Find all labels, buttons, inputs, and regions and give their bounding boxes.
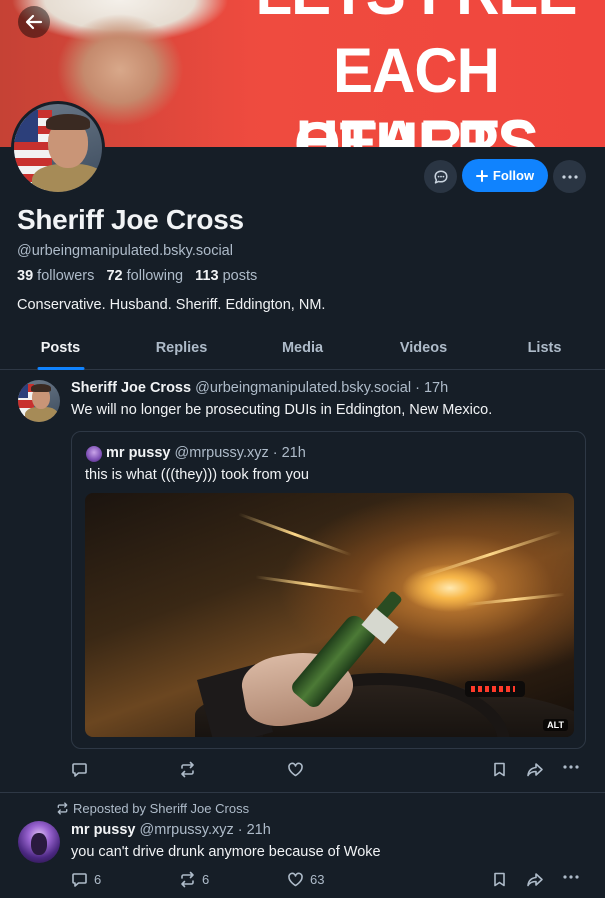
quote-author-handle: @mrpussy.xyz [174, 445, 269, 461]
post-author-handle[interactable]: @mrpussy.xyz [140, 822, 234, 838]
share-icon [527, 873, 543, 887]
heart-icon [288, 872, 303, 887]
profile-stats: 39 followers 72 following 113 posts [17, 268, 257, 284]
follow-button[interactable]: Follow [462, 159, 548, 192]
back-button[interactable] [18, 6, 50, 38]
quote-author-avatar [86, 446, 102, 462]
repost-indicator[interactable]: Reposted by Sheriff Joe Cross [56, 801, 249, 816]
post-timestamp[interactable]: · 17h [415, 380, 448, 396]
following-label: following [126, 268, 184, 284]
profile-bio: Conservative. Husband. Sheriff. Eddingto… [17, 297, 326, 313]
profile-more-button[interactable] [553, 160, 586, 193]
repost-button[interactable] [179, 761, 202, 778]
posts-stat: 113 posts [195, 268, 257, 284]
tab-media[interactable]: Media [242, 332, 363, 369]
ellipsis-icon [561, 174, 578, 179]
repost-button[interactable]: 6 [179, 871, 209, 888]
quote-timestamp: · 21h [272, 445, 306, 461]
repost-icon [57, 802, 68, 815]
share-icon [527, 763, 543, 777]
post-author-handle[interactable]: @urbeingmanipulated.bsky.social [195, 380, 411, 396]
reply-icon [72, 763, 87, 777]
post-timestamp[interactable]: · 21h [238, 822, 271, 838]
quote-image[interactable]: ALT [85, 493, 574, 737]
bookmark-button[interactable] [491, 761, 508, 778]
post-author-avatar[interactable] [18, 821, 60, 863]
post-header: mr pussy @mrpussy.xyz · 21h [71, 822, 271, 838]
profile-handle: @urbeingmanipulated.bsky.social [17, 243, 233, 259]
alt-badge[interactable]: ALT [543, 719, 568, 731]
tab-posts[interactable]: Posts [0, 332, 121, 369]
bookmark-icon [494, 872, 505, 887]
quote-author-name: mr pussy [106, 445, 171, 461]
bookmark-icon [494, 762, 505, 777]
repost-icon [181, 761, 194, 778]
post-actions: 6 6 63 [71, 871, 586, 891]
like-button[interactable] [287, 761, 310, 778]
tab-videos[interactable]: Videos [363, 332, 484, 369]
ellipsis-icon [563, 875, 579, 879]
post-author-name[interactable]: mr pussy [71, 822, 135, 838]
share-button[interactable] [526, 761, 544, 778]
followers-label: followers [37, 268, 95, 284]
plus-icon [475, 169, 488, 182]
bookmark-button[interactable] [491, 871, 508, 888]
post-author-avatar[interactable] [18, 380, 60, 422]
profile-avatar[interactable] [11, 101, 105, 195]
display-name: Sheriff Joe Cross [17, 204, 244, 235]
banner-text-line3: HEARTS [295, 107, 538, 147]
tab-replies[interactable]: Replies [121, 332, 242, 369]
repost-count: 6 [202, 872, 210, 887]
post-more-button[interactable] [563, 765, 579, 769]
posts-label: posts [222, 268, 258, 284]
quote-post-card[interactable]: mr pussy @mrpussy.xyz · 21h this is what… [71, 431, 586, 749]
like-button[interactable]: 63 [287, 871, 324, 888]
message-button[interactable] [424, 160, 457, 193]
quote-header: mr pussy @mrpussy.xyz · 21h [106, 445, 306, 461]
post-actions [71, 761, 586, 781]
like-count: 63 [310, 872, 325, 887]
tab-lists[interactable]: Lists [484, 332, 605, 369]
reply-icon [72, 873, 87, 887]
post-header: Sheriff Joe Cross @urbeingmanipulated.bs… [71, 380, 448, 396]
repost-by-label: Reposted by Sheriff Joe Cross [73, 801, 250, 816]
banner-text-line1: LETS FREE [241, 0, 591, 30]
followers-count: 39 [17, 268, 34, 284]
ellipsis-icon [563, 765, 579, 769]
post-divider [0, 792, 605, 793]
repost-icon [181, 871, 194, 888]
reply-button[interactable] [71, 761, 94, 778]
post-more-button[interactable] [563, 875, 579, 879]
heart-icon [288, 762, 303, 777]
following-count: 72 [106, 268, 123, 284]
quote-text: this is what (((they))) took from you [85, 467, 309, 483]
reply-button[interactable]: 6 [71, 871, 101, 888]
following-link[interactable]: 72 following [106, 268, 183, 284]
posts-count: 113 [195, 268, 219, 284]
chat-bubble-icon [433, 169, 448, 184]
arrow-left-icon [25, 14, 43, 30]
post-text: We will no longer be prosecuting DUIs in… [71, 402, 493, 418]
reply-count: 6 [94, 872, 102, 887]
post-text: you can't drive drunk anymore because of… [71, 844, 381, 860]
followers-link[interactable]: 39 followers [17, 268, 94, 284]
follow-button-label: Follow [492, 168, 535, 183]
profile-tabs: Posts Replies Media Videos Lists [0, 332, 605, 370]
share-button[interactable] [526, 871, 544, 888]
post-author-name[interactable]: Sheriff Joe Cross [71, 380, 191, 396]
